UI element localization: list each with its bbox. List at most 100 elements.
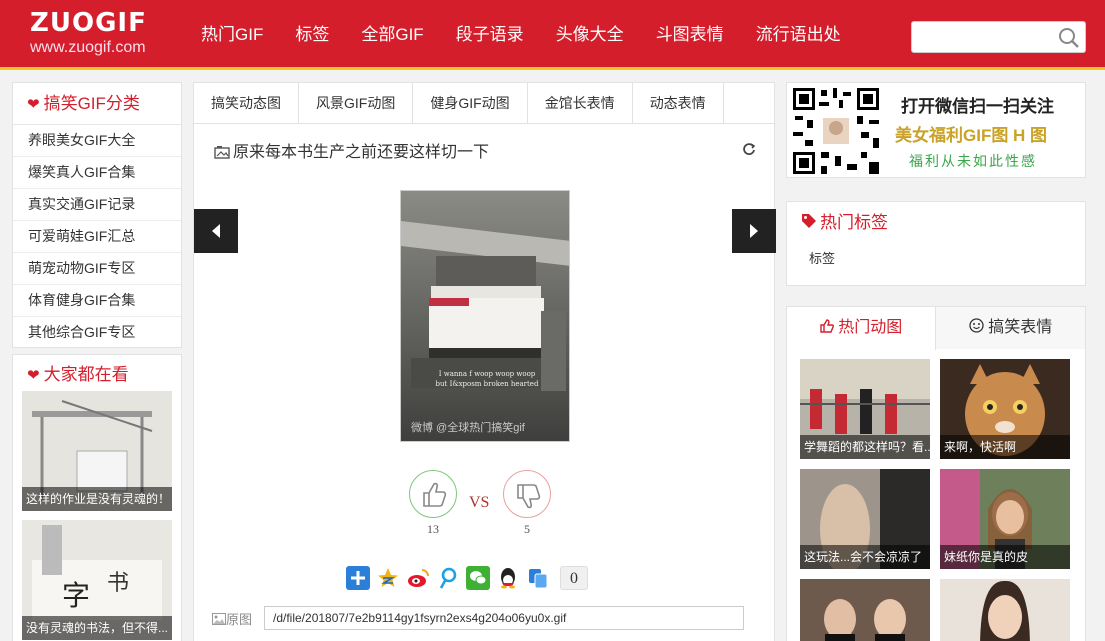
gif-illustration — [401, 191, 569, 441]
thumb-caption: 没有灵魂的书法，但不得... — [22, 616, 172, 640]
svg-text:书: 书 — [107, 571, 129, 596]
tab-funny-emoji-label: 搞笑表情 — [988, 319, 1053, 336]
like-button[interactable] — [409, 470, 457, 518]
next-button[interactable] — [732, 209, 776, 253]
thumbs-up-icon — [423, 482, 447, 507]
site-header: ZUOGIF www.zuogif.com 热门GIF 标签 全部GIF 段子语… — [0, 0, 1105, 70]
hot-tags-title-text: 热门标签 — [820, 213, 888, 232]
nav-item-avatars[interactable]: 头像大全 — [540, 0, 640, 67]
search-box — [911, 21, 1086, 53]
nav-item-hot-gif[interactable]: 热门GIF — [185, 0, 279, 67]
thumbs-up-icon — [820, 308, 834, 350]
post-panel: 原来每本书生产之前还要这样切一下 I wanna f woop woop woo… — [193, 124, 776, 641]
image-icon — [214, 145, 230, 164]
qr-line-1: 打开微信扫一扫关注 — [901, 97, 1054, 116]
watching-thumb[interactable]: 字 书 没有灵魂的书法，但不得... — [22, 520, 172, 640]
hot-gif-thumb[interactable] — [940, 579, 1070, 641]
vs-label: VS — [469, 494, 490, 511]
original-label: 原图 — [212, 609, 252, 628]
thumb-caption: 妹纸你是真的皮 — [940, 545, 1070, 569]
logo-text: ZUOGIF — [30, 8, 147, 38]
watching-title: ❤ 大家都在看 — [13, 355, 181, 391]
category-item[interactable]: 体育健身GIF合集 — [13, 285, 181, 317]
heart-icon: ❤ — [27, 96, 40, 113]
qr-line-3: 福利从未如此性感 — [909, 153, 1037, 169]
hot-tags-panel: 热门标签 标签 — [786, 201, 1086, 286]
category-title-text: 搞笑GIF分类 — [43, 94, 140, 113]
logo-domain: www.zuogif.com — [30, 39, 146, 56]
hot-gif-thumb[interactable]: 学舞蹈的都这样吗？看... — [800, 359, 930, 459]
thumb-caption: 来啊，快活啊 — [940, 435, 1070, 459]
tab-funny-emoji[interactable]: 搞笑表情 — [936, 307, 1085, 349]
thumb-caption: 学舞蹈的都这样吗？看... — [800, 435, 930, 459]
arrow-left-icon — [212, 224, 220, 238]
hot-gif-thumb[interactable]: 妹纸你是真的皮 — [940, 469, 1070, 569]
share-more-icon[interactable] — [346, 566, 370, 590]
nav-item-slang[interactable]: 流行语出处 — [740, 0, 857, 67]
qr-line-2: 美女福利GIF图 H 图 — [895, 126, 1048, 145]
smile-icon — [969, 308, 984, 350]
tencent-weibo-icon[interactable] — [436, 566, 460, 590]
thumb-caption: 这样的作业是没有灵魂的！ — [22, 487, 172, 511]
picture-icon — [212, 613, 226, 628]
nav-item-all-gif[interactable]: 全部GIF — [345, 0, 439, 67]
share-count: 0 — [560, 566, 588, 590]
category-tabs: 搞笑动态图 风景GIF动图 健身GIF动图 金馆长表情 动态表情 — [193, 82, 775, 124]
qzone-star-icon[interactable] — [376, 566, 400, 590]
search-icon[interactable] — [1057, 26, 1081, 50]
tag-link[interactable]: 标签 — [809, 248, 835, 267]
watching-title-text: 大家都在看 — [43, 365, 129, 384]
post-title-text: 原来每本书生产之前还要这样切一下 — [233, 144, 490, 161]
nav-item-jokes[interactable]: 段子语录 — [440, 0, 540, 67]
hot-gif-thumb[interactable]: 来啊，快活啊 — [940, 359, 1070, 459]
category-item[interactable]: 其他综合GIF专区 — [13, 317, 181, 349]
search-input[interactable] — [912, 22, 1052, 52]
thumb-image — [800, 579, 930, 641]
dislike-button[interactable] — [503, 470, 551, 518]
tab-funny[interactable]: 搞笑动态图 — [194, 83, 299, 123]
refresh-icon[interactable] — [742, 142, 756, 159]
tab-hot-gifs[interactable]: 热门动图 — [787, 307, 936, 350]
tab-scenery[interactable]: 风景GIF动图 — [299, 83, 414, 123]
wechat-icon[interactable] — [466, 566, 490, 590]
tab-kim-guanzhang[interactable]: 金馆长表情 — [528, 83, 633, 123]
category-item[interactable]: 可爱萌娃GIF汇总 — [13, 221, 181, 253]
share-bar: 0 — [346, 566, 588, 590]
thumb-image — [940, 579, 1070, 641]
original-url-field[interactable]: /d/file/201807/7e2b9114gy1fsyrn2exs4g204… — [264, 606, 744, 630]
category-list: 养眼美女GIF大全 爆笑真人GIF合集 真实交通GIF记录 可爱萌娃GIF汇总 … — [13, 125, 181, 349]
category-item[interactable]: 真实交通GIF记录 — [13, 189, 181, 221]
gif-subtitle-line: but I&xposm broken hearted — [435, 380, 539, 388]
gif-subtitle-line: I wanna f woop woop woop — [438, 370, 536, 378]
nav-item-memes[interactable]: 斗图表情 — [640, 0, 740, 67]
watching-thumb[interactable]: 这样的作业是没有灵魂的！ — [22, 391, 172, 511]
hot-gif-thumb[interactable] — [800, 579, 930, 641]
hot-gifs-tabs: 热门动图 搞笑表情 — [787, 307, 1085, 350]
tab-animated-emoji[interactable]: 动态表情 — [633, 83, 724, 123]
dislike-count: 5 — [524, 522, 530, 536]
qq-icon[interactable] — [496, 566, 520, 590]
category-item[interactable]: 萌宠动物GIF专区 — [13, 253, 181, 285]
original-label-text: 原图 — [226, 612, 253, 627]
tab-fitness[interactable]: 健身GIF动图 — [413, 83, 528, 123]
gif-image[interactable]: I wanna f woop woop woop but I&xposm bro… — [400, 190, 570, 442]
copy-link-icon[interactable] — [526, 566, 550, 590]
hot-gif-thumb[interactable]: 这玩法...会不会凉凉了 — [800, 469, 930, 569]
thumbs-down-icon — [517, 484, 541, 509]
category-panel: ❤ 搞笑GIF分类 养眼美女GIF大全 爆笑真人GIF合集 真实交通GIF记录 可… — [12, 82, 182, 348]
gif-subtitle: I wanna f woop woop woop but I&xposm bro… — [407, 369, 567, 389]
watching-panel: ❤ 大家都在看 这样的作业是没有灵魂的！ 字 书 没有灵魂的书法，但不得... — [12, 354, 182, 641]
weibo-icon[interactable] — [406, 566, 430, 590]
category-item[interactable]: 养眼美女GIF大全 — [13, 125, 181, 157]
thumb-caption: 这玩法...会不会凉凉了 — [800, 545, 930, 569]
category-item[interactable]: 爆笑真人GIF合集 — [13, 157, 181, 189]
post-title: 原来每本书生产之前还要这样切一下 — [214, 138, 489, 164]
prev-button[interactable] — [194, 209, 238, 253]
heart-icon: ❤ — [27, 367, 40, 384]
site-logo[interactable]: ZUOGIF www.zuogif.com — [30, 8, 170, 58]
qr-code-image — [791, 86, 881, 176]
svg-text:字: 字 — [62, 579, 90, 612]
hot-tags-title: 热门标签 — [787, 202, 1085, 244]
arrow-right-icon — [750, 224, 758, 238]
nav-item-tags[interactable]: 标签 — [279, 0, 345, 67]
